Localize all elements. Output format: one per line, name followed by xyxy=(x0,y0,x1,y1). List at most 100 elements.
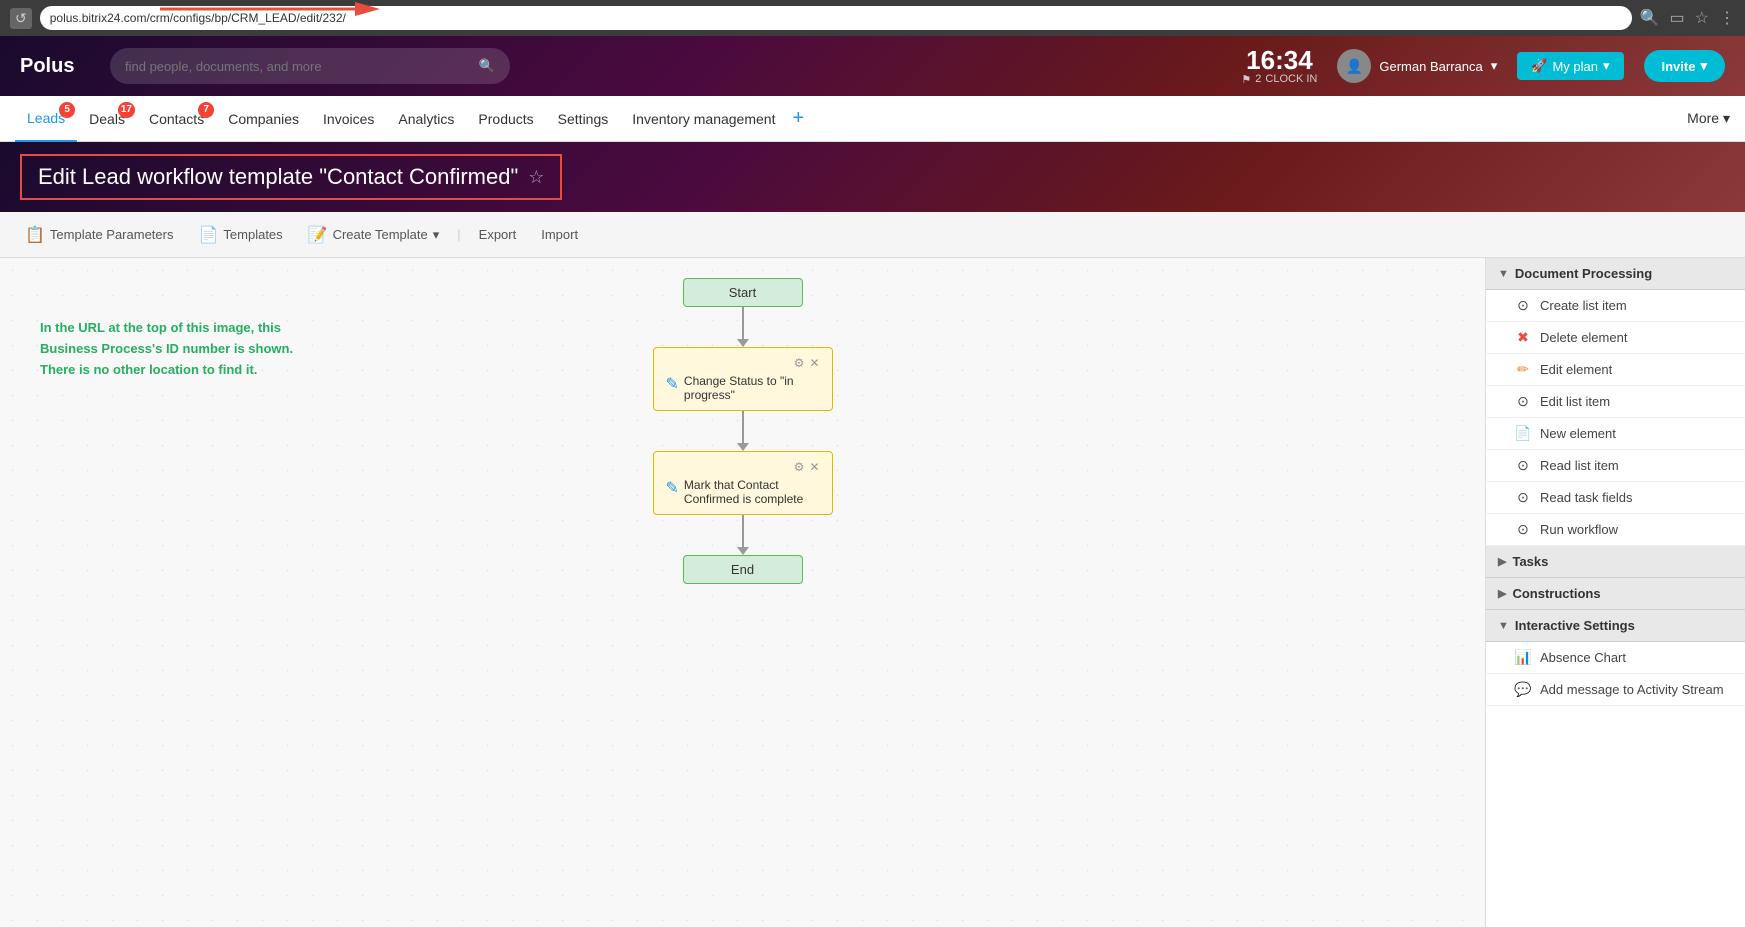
refresh-button[interactable]: ↺ xyxy=(10,8,32,29)
sidebar-item-read-task-fields[interactable]: ⊙ Read task fields xyxy=(1486,482,1745,514)
edit-element-label: Edit element xyxy=(1540,362,1612,377)
user-dropdown-icon[interactable]: ▾ xyxy=(1491,58,1498,74)
workflow-end-node: End xyxy=(683,555,803,584)
templates-icon: 📄 xyxy=(198,225,218,245)
nav-products-label: Products xyxy=(478,111,533,127)
menu-icon: ⋮ xyxy=(1719,8,1735,28)
workflow-arrow-3 xyxy=(737,515,749,555)
workflow-start-node: Start xyxy=(683,278,803,307)
sidebar-item-read-list-item[interactable]: ⊙ Read list item xyxy=(1486,450,1745,482)
action2-header: ⚙ ✕ xyxy=(666,460,820,474)
arrow-line-2 xyxy=(742,411,744,443)
favorite-icon[interactable]: ☆ xyxy=(528,167,544,188)
nav-item-invoices[interactable]: Invoices xyxy=(311,96,386,142)
tasks-toggle-icon: ▶ xyxy=(1498,555,1506,568)
nav-item-leads[interactable]: Leads 5 xyxy=(15,96,77,142)
arrow-line-3 xyxy=(742,515,744,547)
export-label: Export xyxy=(479,227,517,242)
workflow-action-2[interactable]: ⚙ ✕ ✎ Mark that Contact Confirmed is com… xyxy=(653,451,833,515)
action1-body: ✎ Change Status to "in progress" xyxy=(666,374,820,402)
sidebar-section-constructions[interactable]: ▶ Constructions xyxy=(1486,578,1745,610)
action2-label: Mark that Contact Confirmed is complete xyxy=(684,478,820,506)
invite-dropdown-icon: ▾ xyxy=(1700,58,1707,74)
nav-item-inventory[interactable]: Inventory management xyxy=(620,96,787,142)
time-block: 16:34 ⚑ 2 CLOCK IN xyxy=(1241,47,1317,86)
create-template-button[interactable]: 📝 Create Template ▾ xyxy=(298,220,450,250)
doc-processing-toggle-icon: ▼ xyxy=(1498,268,1509,280)
browser-bar: ↺ polus.bitrix24.com/crm/configs/bp/CRM_… xyxy=(0,0,1745,36)
my-plan-label: My plan xyxy=(1552,59,1598,74)
action1-header: ⚙ ✕ xyxy=(666,356,820,370)
url-bar[interactable]: polus.bitrix24.com/crm/configs/bp/CRM_LE… xyxy=(40,6,1632,30)
nav-more-button[interactable]: More ▾ xyxy=(1687,110,1730,127)
annotation-line2: Business Process's ID number is shown. xyxy=(40,339,293,360)
flag-icon: ⚑ xyxy=(1241,73,1251,86)
search-icon: 🔍 xyxy=(479,58,495,74)
search-input[interactable] xyxy=(125,59,471,74)
search-bar[interactable]: 🔍 xyxy=(110,48,510,84)
sidebar-item-create-list-item[interactable]: ⊙ Create list item xyxy=(1486,290,1745,322)
bookmark-icon: ☆ xyxy=(1695,8,1709,28)
template-params-icon: 📋 xyxy=(25,225,45,245)
annotation-text: In the URL at the top of this image, thi… xyxy=(40,318,293,380)
nav-settings-label: Settings xyxy=(558,111,609,127)
main-content: In the URL at the top of this image, thi… xyxy=(0,258,1745,927)
absence-chart-label: Absence Chart xyxy=(1540,650,1626,665)
constructions-toggle-icon: ▶ xyxy=(1498,587,1506,600)
annotation-line1: In the URL at the top of this image, thi… xyxy=(40,318,293,339)
edit-list-item-icon: ⊙ xyxy=(1514,393,1532,410)
clock-in-label: CLOCK IN xyxy=(1265,73,1317,85)
tasks-section-label: Tasks xyxy=(1512,554,1548,569)
add-message-icon: 💬 xyxy=(1514,681,1532,698)
template-parameters-button[interactable]: 📋 Template Parameters xyxy=(15,220,183,250)
action1-close-icon[interactable]: ✕ xyxy=(809,356,819,370)
action2-type-icon: ✎ xyxy=(666,478,679,498)
sidebar-item-edit-list-item[interactable]: ⊙ Edit list item xyxy=(1486,386,1745,418)
templates-button[interactable]: 📄 Templates xyxy=(188,220,292,250)
sidebar-section-tasks[interactable]: ▶ Tasks xyxy=(1486,546,1745,578)
sidebar-section-interactive-settings[interactable]: ▼ Interactive Settings xyxy=(1486,610,1745,642)
url-text: polus.bitrix24.com/crm/configs/bp/CRM_LE… xyxy=(50,11,346,25)
constructions-label: Constructions xyxy=(1512,586,1600,601)
toolbar-divider-1: | xyxy=(454,227,463,242)
arrow-line-1 xyxy=(742,307,744,339)
action1-type-icon: ✎ xyxy=(666,374,679,394)
sidebar-item-add-message-activity[interactable]: 💬 Add message to Activity Stream xyxy=(1486,674,1745,706)
workflow-action-1[interactable]: ⚙ ✕ ✎ Change Status to "in progress" xyxy=(653,347,833,411)
nav-item-contacts[interactable]: Contacts 7 xyxy=(137,96,216,142)
nav-item-deals[interactable]: Deals 17 xyxy=(77,96,137,142)
cast-icon: ▭ xyxy=(1670,8,1685,28)
my-plan-button[interactable]: 🚀 My plan ▾ xyxy=(1517,52,1623,80)
create-list-item-label: Create list item xyxy=(1540,298,1627,313)
absence-chart-icon: 📊 xyxy=(1514,649,1532,666)
nav-add-button[interactable]: + xyxy=(792,107,804,130)
nav-item-companies[interactable]: Companies xyxy=(216,96,311,142)
nav-item-settings[interactable]: Settings xyxy=(546,96,621,142)
interactive-settings-label: Interactive Settings xyxy=(1515,618,1635,633)
create-list-item-icon: ⊙ xyxy=(1514,297,1532,314)
invite-button[interactable]: Invite ▾ xyxy=(1644,50,1726,82)
browser-icons: 🔍 ▭ ☆ ⋮ xyxy=(1640,8,1735,28)
sidebar-item-delete-element[interactable]: ✖ Delete element xyxy=(1486,322,1745,354)
sidebar-item-absence-chart[interactable]: 📊 Absence Chart xyxy=(1486,642,1745,674)
delete-element-label: Delete element xyxy=(1540,330,1627,345)
action1-settings-icon[interactable]: ⚙ xyxy=(794,356,805,370)
action2-settings-icon[interactable]: ⚙ xyxy=(794,460,805,474)
sidebar-item-edit-element[interactable]: ✏ Edit element xyxy=(1486,354,1745,386)
sidebar-item-new-element[interactable]: 📄 New element xyxy=(1486,418,1745,450)
sidebar-section-document-processing[interactable]: ▼ Document Processing xyxy=(1486,258,1745,290)
nav-item-products[interactable]: Products xyxy=(466,96,545,142)
canvas-area[interactable]: In the URL at the top of this image, thi… xyxy=(0,258,1485,927)
right-sidebar: ▼ Document Processing ⊙ Create list item… xyxy=(1485,258,1745,927)
sidebar-item-run-workflow[interactable]: ⊙ Run workflow xyxy=(1486,514,1745,546)
page-title: Edit Lead workflow template "Contact Con… xyxy=(38,164,518,190)
invite-label: Invite xyxy=(1662,59,1696,74)
run-workflow-label: Run workflow xyxy=(1540,522,1618,537)
action2-close-icon[interactable]: ✕ xyxy=(809,460,819,474)
delete-element-icon: ✖ xyxy=(1514,329,1532,346)
nav-inventory-label: Inventory management xyxy=(632,111,775,127)
read-task-fields-label: Read task fields xyxy=(1540,490,1633,505)
nav-item-analytics[interactable]: Analytics xyxy=(386,96,466,142)
export-button[interactable]: Export xyxy=(469,222,527,247)
import-button[interactable]: Import xyxy=(531,222,588,247)
